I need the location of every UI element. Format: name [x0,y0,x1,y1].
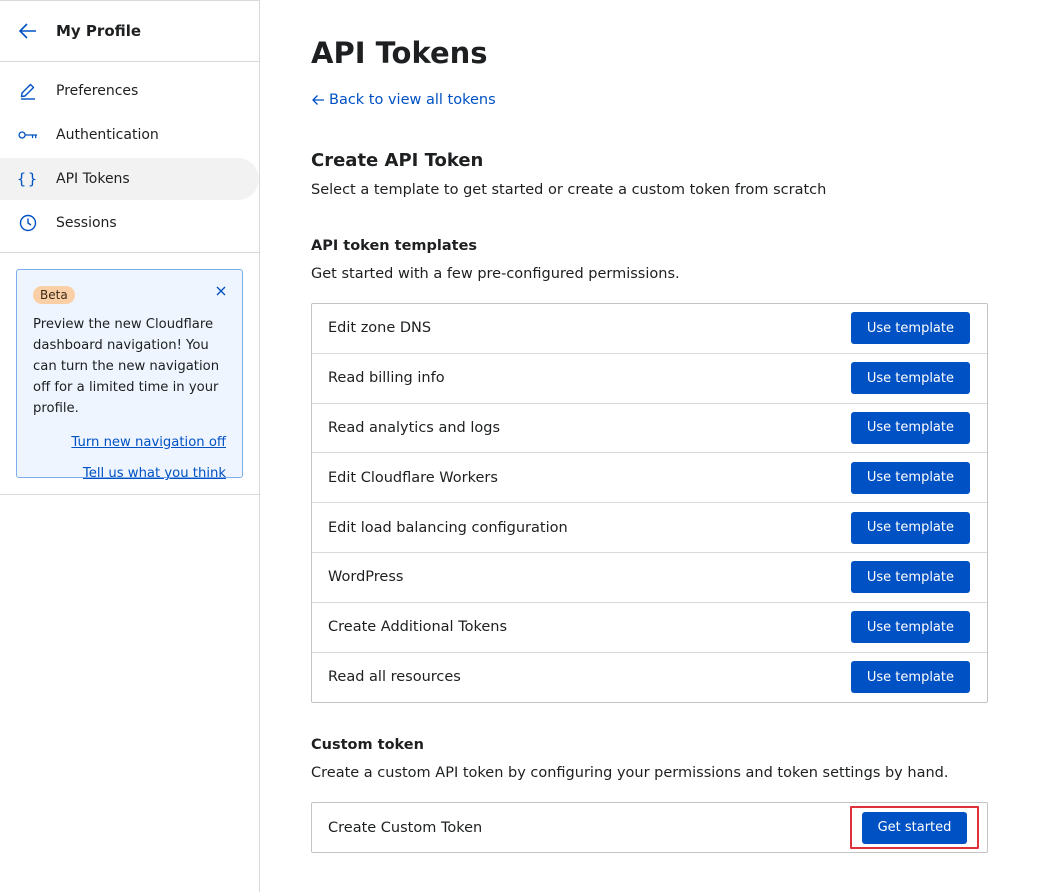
templates-table: Edit zone DNS Use template Read billing … [311,303,988,704]
template-name: Edit zone DNS [328,320,432,337]
sidebar-item-sessions[interactable]: Sessions [0,202,259,244]
sidebar-item-authentication[interactable]: Authentication [0,114,259,156]
use-template-button[interactable]: Use template [850,461,970,494]
key-icon [18,125,38,145]
custom-token-heading: Custom token [311,737,424,753]
custom-token-name: Create Custom Token [328,819,483,836]
highlight-box: Get started [850,806,979,849]
template-name: Edit Cloudflare Workers [328,469,498,486]
get-started-button[interactable]: Get started [861,811,968,844]
template-name: Read analytics and logs [328,419,501,436]
template-name: Edit load balancing configuration [328,519,568,536]
sidebar-item-api-tokens[interactable]: {} API Tokens [0,158,259,200]
sidebar-nav: Preferences Authentication {} API Tokens… [0,62,259,253]
beta-notice-text: Preview the new Cloudflare dashboard nav… [33,317,220,416]
beta-badge: Beta [33,286,75,304]
back-arrow-icon [311,94,325,106]
template-name: Create Additional Tokens [328,619,507,636]
sidebar-item-label: API Tokens [56,171,130,187]
use-template-button[interactable]: Use template [850,362,970,395]
use-template-button[interactable]: Use template [850,312,970,345]
table-row: Read billing info Use template [312,354,987,404]
sidebar-item-label: Sessions [56,215,117,231]
create-token-subtitle: Select a template to get started or crea… [311,182,827,198]
table-row: Read analytics and logs Use template [312,404,987,454]
sidebar-header: My Profile [0,1,259,62]
beta-notice: Beta Preview the new Cloudflare dashboar… [16,269,243,481]
sidebar-item-preferences[interactable]: Preferences [0,70,259,112]
beta-notice-wrapper: Beta Preview the new Cloudflare dashboar… [0,253,259,495]
create-token-heading: Create API Token [311,150,484,171]
pencil-icon [18,81,38,101]
table-row: WordPress Use template [312,553,987,603]
template-name: WordPress [328,569,404,586]
back-to-tokens-link[interactable]: Back to view all tokens [311,92,496,108]
use-template-button[interactable]: Use template [850,511,970,544]
sidebar-item-label: Preferences [56,83,139,99]
turn-navigation-off-link[interactable]: Turn new navigation off [33,435,226,450]
use-template-button[interactable]: Use template [850,661,970,694]
table-row: Create Additional Tokens Use template [312,603,987,653]
page-title: API Tokens [311,36,488,70]
back-arrow-icon[interactable] [18,21,38,41]
sidebar-title: My Profile [56,22,142,40]
custom-token-row: Create Custom Token Get started [311,802,988,853]
table-row: Edit Cloudflare Workers Use template [312,453,987,504]
custom-token-description: Create a custom API token by configuring… [311,765,949,781]
use-template-button[interactable]: Use template [850,411,970,444]
template-name: Read all resources [328,669,461,686]
sidebar-item-label: Authentication [56,127,159,143]
braces-icon: {} [16,170,40,188]
table-row: Edit load balancing configuration Use te… [312,503,987,553]
templates-heading: API token templates [311,238,478,254]
close-icon[interactable] [214,284,228,298]
table-row: Edit zone DNS Use template [312,304,987,354]
templates-description: Get started with a few pre-configured pe… [311,266,680,282]
clock-icon [18,213,38,233]
use-template-button[interactable]: Use template [850,561,970,594]
table-row: Read all resources Use template [312,653,987,703]
use-template-button[interactable]: Use template [850,611,970,644]
sidebar: My Profile Preferences Authentication {}… [0,0,260,892]
template-name: Read billing info [328,370,445,387]
back-link-label: Back to view all tokens [329,92,496,108]
feedback-link[interactable]: Tell us what you think [33,466,226,481]
